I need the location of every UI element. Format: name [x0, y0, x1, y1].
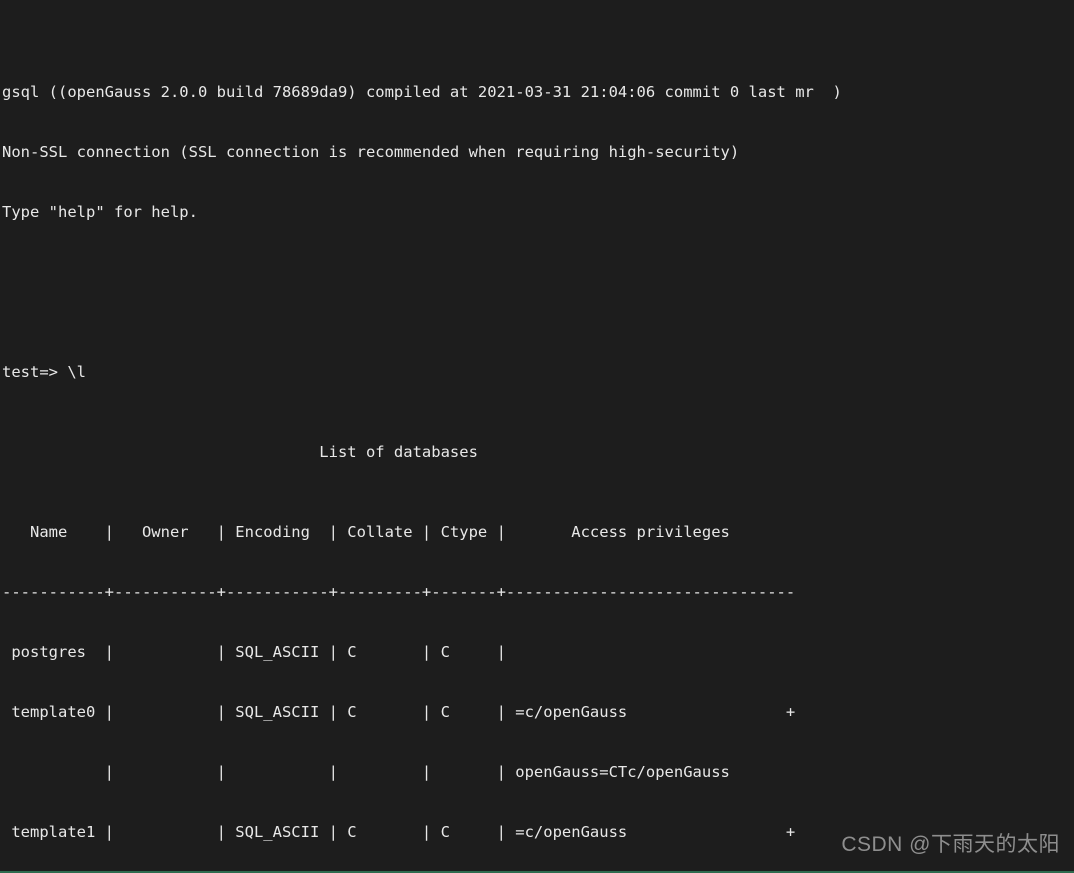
- table-row: template1 | | SQL_ASCII | C | C | =c/ope…: [2, 823, 796, 841]
- title-text: List of databases: [319, 443, 478, 461]
- command-line-list-databases: test=> \l: [2, 362, 842, 382]
- banner-ssl-line: Non-SSL connection (SSL connection is re…: [2, 143, 740, 161]
- banner-help-line: Type "help" for help.: [2, 203, 198, 221]
- prompt: test=>: [2, 363, 68, 381]
- csdn-watermark: CSDN @下雨天的太阳: [841, 833, 1060, 856]
- databases-table-header: Name | Owner | Encoding | Collate | Ctyp…: [2, 523, 796, 541]
- table-row-continuation: | | | | | openGauss=CTc/openGauss: [2, 763, 730, 781]
- banner-version-line: gsql ((openGauss 2.0.0 build 78689da9) c…: [2, 83, 842, 101]
- databases-table-separator: -----------+-----------+-----------+----…: [2, 583, 796, 601]
- databases-table-title: List of databases: [2, 442, 842, 462]
- table-row: template0 | | SQL_ASCII | C | C | =c/ope…: [2, 703, 796, 721]
- terminal-screen: gsql ((openGauss 2.0.0 build 78689da9) c…: [2, 2, 842, 871]
- command-text: \l: [67, 363, 86, 381]
- title-indent: [2, 443, 319, 461]
- terminal-window[interactable]: gsql ((openGauss 2.0.0 build 78689da9) c…: [0, 0, 1074, 873]
- table-row: postgres | | SQL_ASCII | C | C |: [2, 643, 506, 661]
